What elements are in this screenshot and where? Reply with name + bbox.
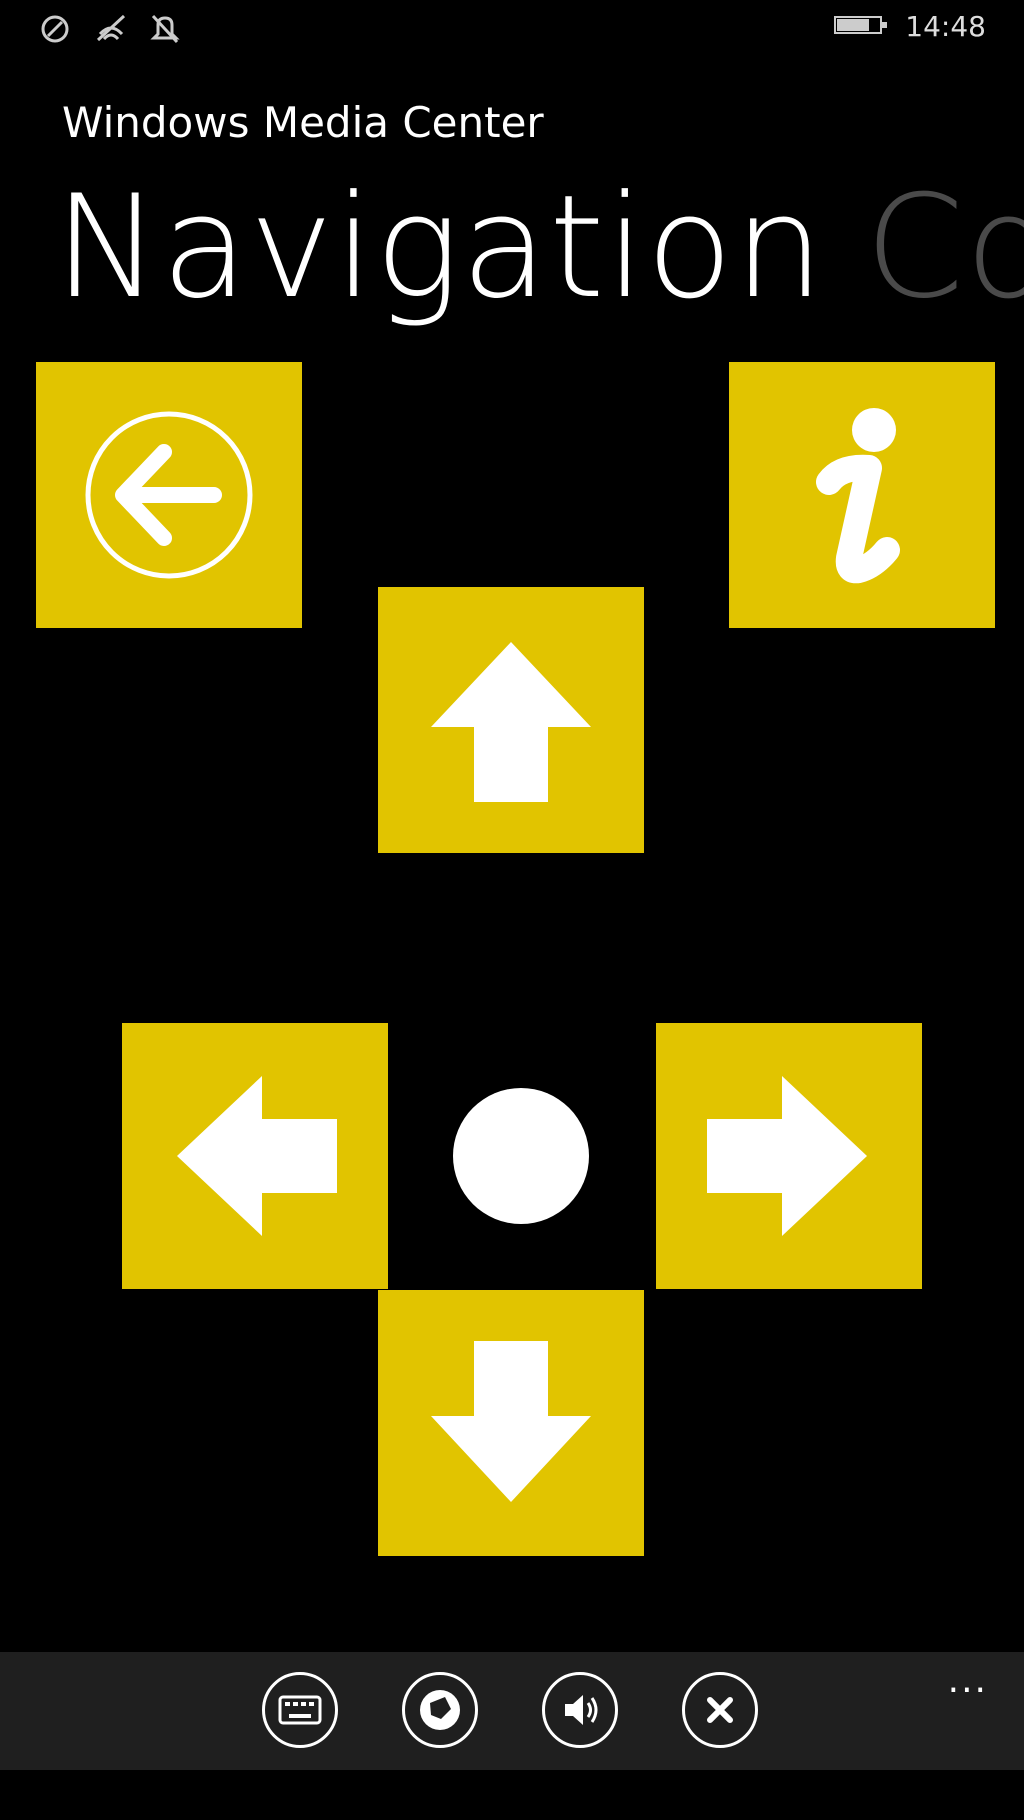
clock: 14:48 xyxy=(905,10,986,43)
info-button[interactable] xyxy=(729,362,995,628)
right-button[interactable] xyxy=(656,1023,922,1289)
signal-icon xyxy=(38,12,72,46)
up-button[interactable] xyxy=(378,587,644,853)
media-button[interactable] xyxy=(402,1672,478,1748)
status-bar: 14:48 xyxy=(0,0,1024,60)
volume-icon xyxy=(565,1695,598,1725)
keyboard-button[interactable] xyxy=(262,1672,338,1748)
more-button[interactable]: ... xyxy=(948,1660,988,1701)
ok-button[interactable] xyxy=(453,1088,589,1224)
arrow-down-icon xyxy=(431,1341,591,1502)
close-button[interactable] xyxy=(682,1672,758,1748)
keyboard-icon xyxy=(278,1695,322,1725)
arrow-left-icon xyxy=(177,1076,337,1236)
app-bar: ... xyxy=(0,1652,1024,1770)
down-button[interactable] xyxy=(378,1290,644,1556)
back-button[interactable] xyxy=(36,362,302,628)
close-icon xyxy=(707,1697,733,1723)
media-icon xyxy=(420,1690,460,1730)
arrow-up-icon xyxy=(431,642,591,802)
status-icons-right: 14:48 xyxy=(833,10,986,43)
info-icon xyxy=(816,408,900,584)
volume-button[interactable] xyxy=(542,1672,618,1748)
status-icons-left xyxy=(38,12,180,46)
notification-off-icon xyxy=(150,12,180,46)
app-title: Windows Media Center xyxy=(62,98,544,147)
arrow-right-icon xyxy=(707,1076,867,1236)
pivot-item-next[interactable]: Co xyxy=(865,165,1024,330)
wifi-icon xyxy=(94,12,128,46)
phone-screen: 14:48 Windows Media Center NavigationCo xyxy=(0,0,1024,1820)
back-icon xyxy=(85,411,253,579)
pivot-item-navigation[interactable]: Navigation xyxy=(54,165,825,330)
pivot-header: Navigation Co xyxy=(54,168,1024,328)
left-button[interactable] xyxy=(122,1023,388,1289)
battery-icon xyxy=(833,14,889,40)
